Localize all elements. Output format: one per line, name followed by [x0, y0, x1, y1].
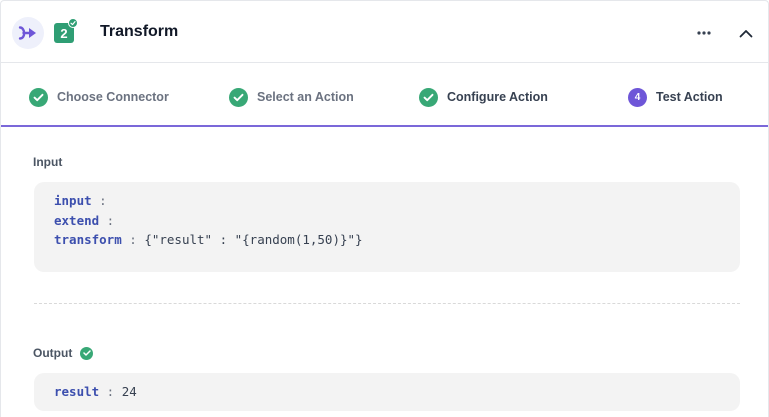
input-code-block: input : extend : transform : {"result" :…: [34, 182, 740, 272]
step-configure-action[interactable]: Configure Action: [419, 87, 548, 107]
step-number: 2: [60, 25, 68, 41]
more-horizontal-icon: [697, 31, 711, 35]
chevron-up-icon: [739, 29, 753, 37]
step-complete-check-icon: [68, 18, 78, 28]
check-circle-icon: [80, 346, 94, 360]
step-choose-connector[interactable]: Choose Connector: [29, 87, 169, 107]
step-header[interactable]: 2 Transform: [1, 1, 768, 63]
step-select-action[interactable]: Select an Action: [229, 87, 354, 107]
output-label: Output: [33, 346, 73, 360]
collapse-button[interactable]: [736, 23, 756, 43]
step-title: Transform: [100, 23, 179, 40]
check-circle-icon: [419, 87, 438, 107]
field-value: {"result" : "{random(1,50)}"}: [144, 232, 363, 247]
input-row: extend :: [54, 211, 740, 231]
step-progress-bar: Choose Connector Select an Action Config…: [1, 63, 768, 127]
step-label: Select an Action: [257, 90, 354, 104]
check-circle-icon: [229, 87, 248, 107]
field-separator: :: [99, 384, 122, 399]
field-separator: :: [121, 232, 145, 247]
input-row: transform : {"result" : "{random(1,50)}"…: [54, 230, 740, 250]
step-label: Configure Action: [447, 90, 548, 104]
field-value: 24: [121, 384, 137, 399]
input-section-label: Input: [33, 155, 63, 169]
check-circle-icon: [29, 87, 48, 107]
field-key: input: [54, 193, 92, 208]
field-key: transform: [54, 232, 122, 247]
output-row: result : 24: [54, 382, 740, 402]
step-label: Choose Connector: [57, 90, 169, 104]
field-key: result: [54, 384, 100, 399]
field-key: extend: [54, 212, 100, 228]
section-divider: [34, 303, 740, 304]
step-test-action[interactable]: 4 Test Action: [628, 87, 723, 107]
transform-logo-icon: [12, 17, 44, 49]
field-separator: :: [99, 212, 122, 228]
output-code-block: result : 24: [34, 373, 740, 411]
step-number-marker: 4: [628, 87, 647, 107]
more-options-button[interactable]: [693, 23, 715, 43]
field-separator: :: [91, 193, 115, 208]
input-row: input :: [54, 191, 740, 211]
output-section-label: Output: [33, 346, 94, 360]
transform-step-card: 2 Transform Choose Connector Select an A…: [0, 0, 769, 417]
step-label: Test Action: [656, 90, 723, 104]
